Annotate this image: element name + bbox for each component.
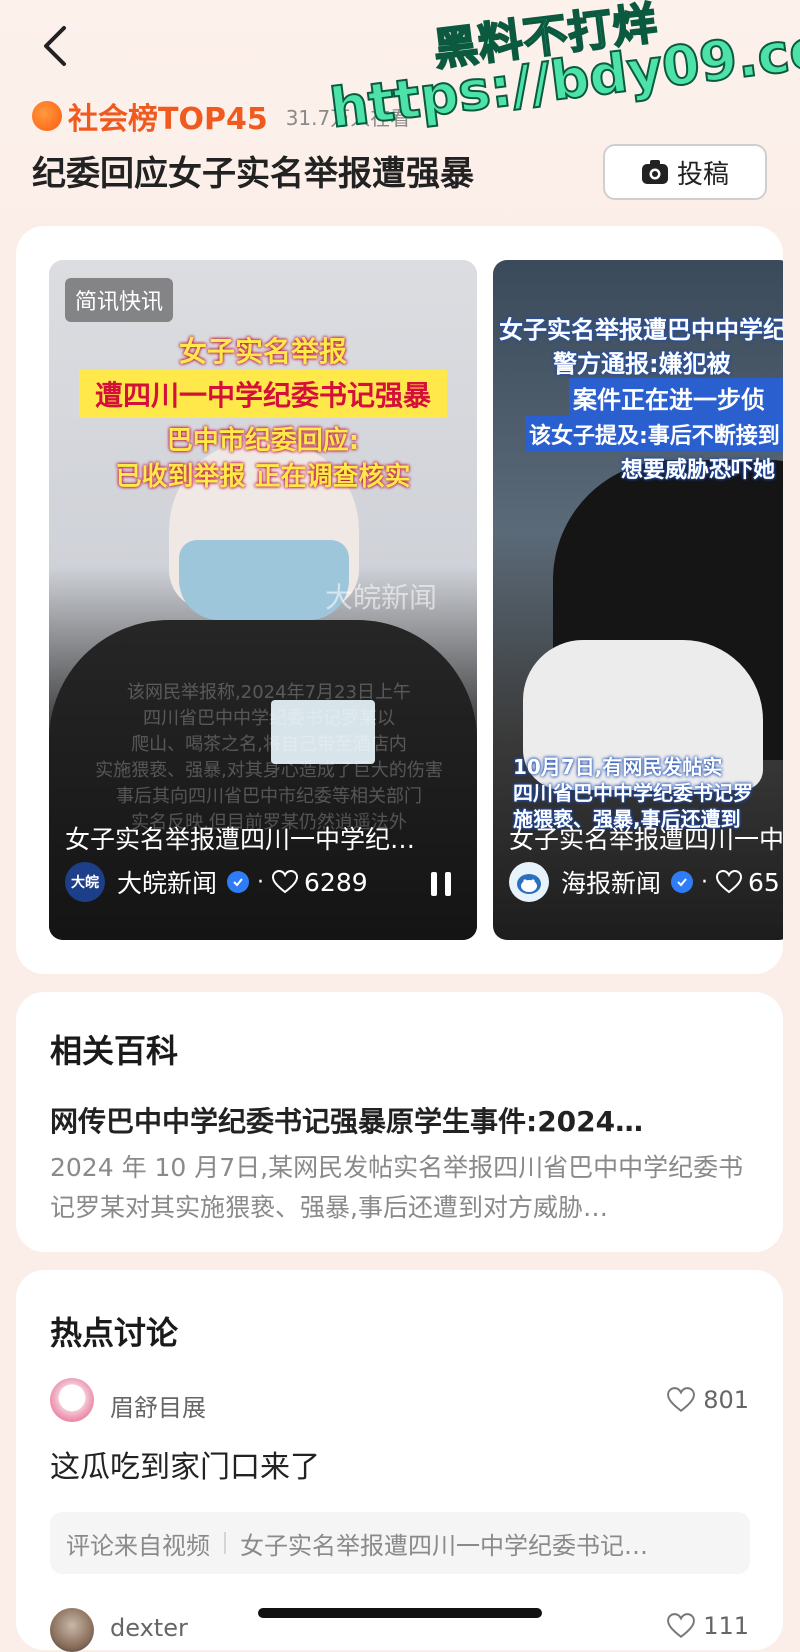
post-button-label: 投稿 bbox=[676, 159, 729, 190]
rank-badge[interactable]: 社会榜TOP45 31.7万人在看 bbox=[32, 96, 411, 137]
caption-line: 四川省巴中中学纪委书记罗 bbox=[513, 781, 753, 805]
video-meta: 大皖 大皖新闻 · 6289 bbox=[65, 862, 368, 902]
video-tag: 简讯快讯 bbox=[65, 278, 174, 322]
wiki-summary: 2024 年 10 月7日,某网民发帖实名举报四川省巴中中学纪委书记罗某对其实施… bbox=[50, 1153, 744, 1222]
banner-line: 已收到举报 正在调查核实 bbox=[115, 462, 411, 492]
like-count: 111 bbox=[703, 1612, 749, 1640]
video-carousel[interactable]: 该网民举报称,2024年7月23日上午 四川省巴中中学纪委书记罗某以 爬山、喝茶之名… bbox=[16, 226, 783, 974]
video-card[interactable]: 女子实名举报遭巴中中学纪 警方通报:嫌犯被 案件正在进一步侦 该女子提及:事后不… bbox=[493, 260, 783, 940]
like-count: 6289 bbox=[304, 867, 368, 897]
comment-like[interactable]: 111 bbox=[667, 1612, 749, 1640]
section-title: 相关百科 bbox=[50, 1032, 179, 1070]
page-title: 纪委回应女子实名举报遭强暴 bbox=[32, 154, 474, 194]
separator: · bbox=[257, 869, 265, 895]
banner-line: 该女子提及:事后不断接到 bbox=[525, 416, 783, 452]
camera-icon bbox=[641, 160, 668, 184]
rank-meta: 31.7万人在看 bbox=[285, 105, 411, 130]
comment-user[interactable]: 眉舒目展 bbox=[110, 1388, 206, 1423]
video-source: 海报新闻 bbox=[561, 869, 662, 898]
source-avatar bbox=[509, 862, 549, 902]
avatar[interactable] bbox=[50, 1608, 94, 1652]
source-avatar: 大皖 bbox=[65, 862, 105, 902]
comment-text: 这瓜吃到家门口来了 bbox=[50, 1450, 320, 1485]
video-source: 大皖新闻 bbox=[117, 869, 218, 898]
discussion-card: 热点讨论 眉舒目展 801 这瓜吃到家门口来了 评论来自视频 女子实名举报遭四川… bbox=[16, 1270, 783, 1652]
video-card[interactable]: 该网民举报称,2024年7月23日上午 四川省巴中中学纪委书记罗某以 爬山、喝茶之名… bbox=[49, 260, 477, 940]
video-title: 女子实名举报遭四川一中学 bbox=[509, 825, 783, 854]
divider bbox=[224, 1532, 226, 1554]
verified-icon bbox=[671, 871, 694, 893]
faded-caption: 该网民举报称,2024年7月23日上午 四川省巴中中学纪委书记罗某以 爬山、喝茶之名… bbox=[95, 682, 443, 833]
video-watermark: 大皖新闻 bbox=[325, 581, 438, 614]
comment-source-label: 评论来自视频 bbox=[66, 1531, 210, 1560]
hot-rank-icon bbox=[32, 101, 62, 131]
comment-like[interactable]: 801 bbox=[667, 1386, 749, 1414]
back-button[interactable] bbox=[38, 22, 78, 70]
back-icon bbox=[44, 26, 66, 66]
seal-icon bbox=[517, 874, 541, 894]
banner-line: 案件正在进一步侦 bbox=[569, 378, 783, 417]
video-meta: 海报新闻 · 65 bbox=[509, 862, 780, 902]
banner-line: 女子实名举报 bbox=[178, 335, 347, 368]
heart-icon[interactable] bbox=[272, 870, 299, 894]
caption-line: 10月7日,有网民发帖实 bbox=[513, 755, 723, 779]
comment-source-title: 女子实名举报遭四川一中学纪委书记… bbox=[240, 1531, 648, 1560]
separator: · bbox=[701, 869, 709, 895]
comment-user[interactable]: dexter bbox=[110, 1614, 188, 1642]
banner-line: 想要威胁恐吓她 bbox=[621, 458, 776, 483]
avatar[interactable] bbox=[50, 1378, 94, 1422]
like-count: 65 bbox=[748, 867, 780, 897]
post-button[interactable]: 投稿 bbox=[603, 144, 767, 200]
like-count: 801 bbox=[703, 1386, 749, 1414]
banner-line: 女子实名举报遭巴中中学纪 bbox=[499, 316, 783, 344]
rank-label: 社会榜TOP45 bbox=[68, 102, 268, 137]
banner-line: 警方通报:嫌犯被 bbox=[553, 350, 731, 378]
home-indicator[interactable] bbox=[258, 1608, 542, 1618]
heart-icon[interactable] bbox=[716, 870, 743, 894]
verified-icon bbox=[227, 871, 250, 893]
pause-icon[interactable] bbox=[431, 872, 453, 896]
face-mask bbox=[179, 540, 349, 620]
banner-line: 巴中市纪委回应: bbox=[166, 426, 360, 456]
section-title: 热点讨论 bbox=[50, 1314, 179, 1352]
heart-icon bbox=[667, 1613, 696, 1638]
banner-line: 遭四川一中学纪委书记强暴 bbox=[79, 370, 447, 418]
wiki-card[interactable]: 相关百科 网传巴中中学纪委书记强暴原学生事件:2024… 2024 年 10 月… bbox=[16, 992, 783, 1252]
video-title: 女子实名举报遭四川一中学纪… bbox=[65, 825, 416, 854]
heart-icon bbox=[667, 1387, 696, 1412]
wiki-headline[interactable]: 网传巴中中学纪委书记强暴原学生事件:2024… bbox=[50, 1100, 643, 1140]
comment-source[interactable]: 评论来自视频 女子实名举报遭四川一中学纪委书记… bbox=[50, 1512, 750, 1574]
